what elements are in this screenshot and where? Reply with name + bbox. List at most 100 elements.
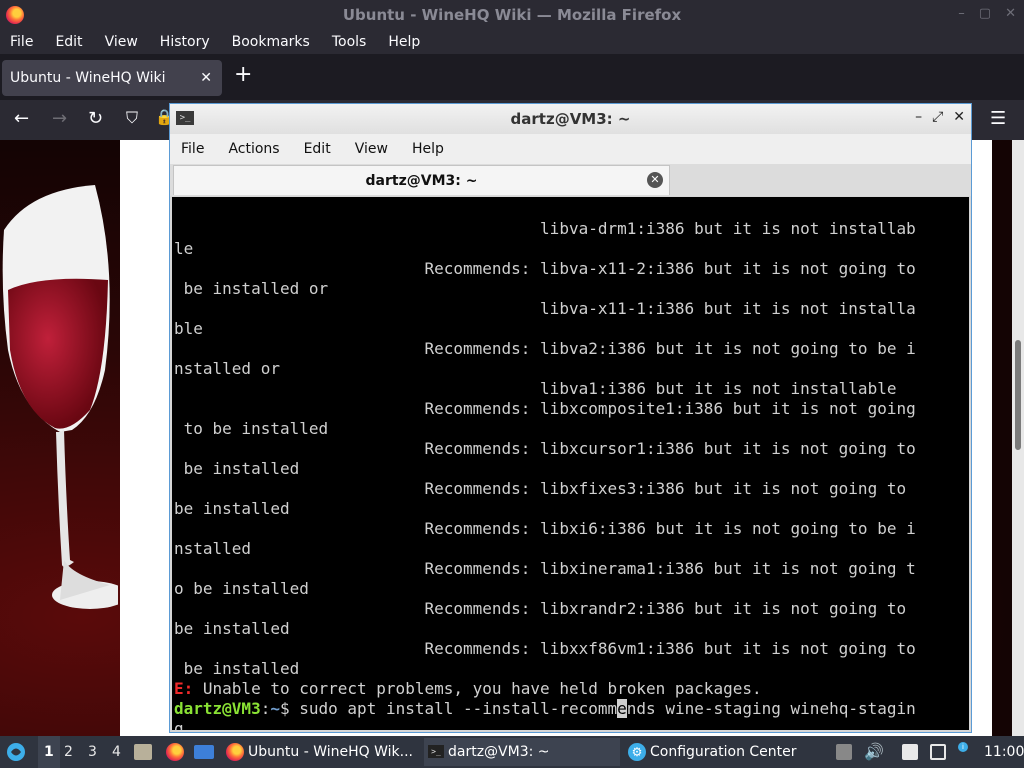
terminal-line: ble xyxy=(174,319,203,338)
terminal-icon: >_ xyxy=(428,745,444,758)
menu-help[interactable]: Help xyxy=(388,34,420,50)
workspace-1[interactable]: 1 xyxy=(38,736,60,768)
text-cursor: e xyxy=(617,699,627,718)
terminal-line: be installed or xyxy=(174,279,329,298)
clipboard-icon[interactable] xyxy=(836,744,852,760)
scrollbar-thumb[interactable] xyxy=(1015,340,1021,450)
menu-view[interactable]: View xyxy=(105,34,138,50)
terminal-window: >_ dartz@VM3: ~ – ⤢ ✕ File Actions Edit … xyxy=(169,103,972,733)
error-message: Unable to correct problems, you have hel… xyxy=(193,679,762,698)
menu-bookmarks[interactable]: Bookmarks xyxy=(232,34,310,50)
window-controls: – ▢ ✕ xyxy=(958,6,1016,21)
terminal-line: nstalled or xyxy=(174,359,280,378)
display-icon[interactable] xyxy=(930,744,946,760)
taskbar-item-terminal[interactable]: >_ dartz@VM3: ~ xyxy=(424,738,620,766)
firefox-launcher-icon[interactable] xyxy=(166,743,184,761)
firefox-menubar: File Edit View History Bookmarks Tools H… xyxy=(0,30,1024,54)
terminal-line: libva-drm1:i386 but it is not installab xyxy=(174,219,916,238)
terminal-menubar: File Actions Edit View Help xyxy=(170,134,971,164)
tab-close-icon[interactable]: ✕ xyxy=(200,60,212,96)
minimize-icon[interactable]: – xyxy=(958,6,965,21)
settings-gear-icon: ⚙ xyxy=(628,743,646,761)
file-manager-icon[interactable] xyxy=(134,744,152,760)
menu-tools[interactable]: Tools xyxy=(332,34,367,50)
prompt-path: ~ xyxy=(270,699,280,718)
terminal-line: Recommends: libxcomposite1:i386 but it i… xyxy=(174,399,916,418)
volume-icon[interactable]: 🔊 xyxy=(864,736,884,768)
terminal-line: Recommends: libva2:i386 but it is not go… xyxy=(174,339,916,358)
firefox-icon xyxy=(226,743,244,761)
terminal-line: be installed xyxy=(174,619,290,638)
terminal-menu-actions[interactable]: Actions xyxy=(228,141,279,157)
terminal-text: libva-drm1:i386 but it is not installab l… xyxy=(174,199,916,730)
shield-icon[interactable]: ⛉ xyxy=(126,108,138,128)
prompt-separator: : xyxy=(260,699,271,718)
window-title: Ubuntu - WineHQ Wiki — Mozilla Firefox xyxy=(342,6,682,24)
forward-icon[interactable]: → xyxy=(52,108,67,129)
clock: 11:00 xyxy=(984,744,1024,760)
terminal-line: be installed xyxy=(174,459,300,478)
restore-icon[interactable]: ⤢ xyxy=(932,109,943,125)
terminal-titlebar[interactable]: >_ dartz@VM3: ~ – ⤢ ✕ xyxy=(170,104,971,134)
reload-icon[interactable]: ↻ xyxy=(88,108,103,129)
terminal-line: Recommends: libxi6:i386 but it is not go… xyxy=(174,519,916,538)
taskbar-item-label: Ubuntu - WineHQ Wik... xyxy=(248,744,413,760)
terminal-line: Recommends: libxrandr2:i386 but it is no… xyxy=(174,599,907,618)
terminal-line: libva-x11-1:i386 but it is not installa xyxy=(174,299,916,318)
notification-icon[interactable]: i xyxy=(958,742,968,752)
terminal-line: Recommends: libxcursor1:i386 but it is n… xyxy=(174,439,916,458)
start-menu-icon[interactable] xyxy=(6,742,26,762)
hamburger-menu-icon[interactable]: ☰ xyxy=(990,108,1006,129)
close-icon[interactable]: ✕ xyxy=(1005,6,1016,21)
workspace-3[interactable]: 3 xyxy=(88,736,97,768)
show-desktop-icon[interactable] xyxy=(194,745,214,759)
maximize-icon[interactable]: ▢ xyxy=(979,6,991,21)
terminal-line: to be installed xyxy=(174,419,329,438)
terminal-line: Recommends: libxinerama1:i386 but it is … xyxy=(174,559,916,578)
terminal-menu-help[interactable]: Help xyxy=(412,141,444,157)
terminal-line: be installed xyxy=(174,499,290,518)
firefox-tabbar: Ubuntu - WineHQ Wiki ✕ + xyxy=(0,54,1024,100)
new-tab-icon[interactable]: + xyxy=(234,62,252,87)
terminal-line: le xyxy=(174,239,194,258)
back-icon[interactable]: ← xyxy=(14,108,29,129)
terminal-line: libva1:i386 but it is not installable xyxy=(174,379,897,398)
terminal-line: nstalled xyxy=(174,539,252,558)
workspace-2[interactable]: 2 xyxy=(64,736,73,768)
browser-tab[interactable]: Ubuntu - WineHQ Wiki ✕ xyxy=(2,60,222,96)
terminal-menu-edit[interactable]: Edit xyxy=(304,141,331,157)
workspace-4[interactable]: 4 xyxy=(112,736,121,768)
terminal-tabbar: dartz@VM3: ~ ✕ xyxy=(170,164,971,196)
taskbar-item-label: dartz@VM3: ~ xyxy=(448,744,550,760)
taskbar: 1 2 3 4 Ubuntu - WineHQ Wik... >_ dartz@… xyxy=(0,736,1024,768)
wine-glass-icon xyxy=(2,185,118,609)
error-line: E: Unable to correct problems, you have … xyxy=(174,679,916,699)
close-icon[interactable]: ✕ xyxy=(953,109,965,125)
command-text: sudo apt install --install-recomm xyxy=(289,699,618,718)
terminal-menu-file[interactable]: File xyxy=(181,141,204,157)
notes-icon[interactable] xyxy=(902,744,918,760)
terminal-tab-label: dartz@VM3: ~ xyxy=(365,173,478,189)
terminal-tab[interactable]: dartz@VM3: ~ ✕ xyxy=(173,165,670,195)
terminal-title: dartz@VM3: ~ xyxy=(510,110,631,128)
terminal-line: Recommends: libxfixes3:i386 but it is no… xyxy=(174,479,907,498)
prompt-line: dartz@VM3:~$ sudo apt install --install-… xyxy=(174,699,916,719)
error-prefix: E: xyxy=(174,679,194,698)
terminal-output[interactable]: libva-drm1:i386 but it is not installab l… xyxy=(172,197,969,730)
taskbar-item-firefox[interactable]: Ubuntu - WineHQ Wik... xyxy=(224,738,420,766)
prompt-user: dartz@VM3 xyxy=(174,699,261,718)
firefox-titlebar: Ubuntu - WineHQ Wiki — Mozilla Firefox –… xyxy=(0,0,1024,30)
menu-edit[interactable]: Edit xyxy=(55,34,82,50)
tab-close-icon[interactable]: ✕ xyxy=(647,172,663,188)
minimize-icon[interactable]: – xyxy=(915,109,922,125)
terminal-menu-view[interactable]: View xyxy=(355,141,388,157)
menu-history[interactable]: History xyxy=(160,34,210,50)
taskbar-item-configuration-center[interactable]: ⚙ Configuration Center xyxy=(626,738,826,766)
prompt-dollar: $ xyxy=(279,699,290,718)
taskbar-item-label: Configuration Center xyxy=(650,744,797,760)
terminal-line: Recommends: libva-x11-2:i386 but it is n… xyxy=(174,259,916,278)
command-text-after-cursor: nds wine-staging winehq-stagin xyxy=(626,699,916,718)
terminal-line: o be installed xyxy=(174,579,309,598)
page-scrollbar[interactable] xyxy=(1012,140,1024,736)
menu-file[interactable]: File xyxy=(10,34,33,50)
